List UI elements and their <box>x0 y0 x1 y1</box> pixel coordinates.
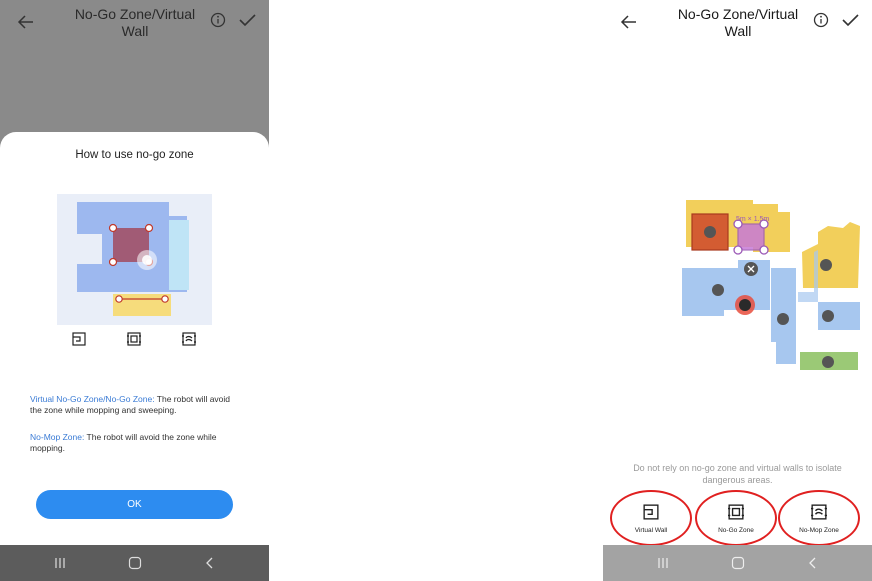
nav-back-button[interactable] <box>200 553 220 573</box>
no-go-zone-illustration <box>57 194 212 325</box>
back-button[interactable] <box>617 10 641 34</box>
back-icon <box>809 557 816 569</box>
virtual-wall-icon <box>643 504 659 520</box>
home-icon <box>128 556 142 570</box>
page-title: No-Go Zone/Virtual Wall <box>74 6 196 39</box>
how-to-dialog: How to use no-go zone Virtual No-Go Zone… <box>0 132 269 545</box>
back-icon <box>206 557 213 569</box>
no-go-zone-icon <box>728 504 744 520</box>
description-term: Virtual No-Go Zone/No-Go Zone: <box>30 394 155 404</box>
back-button[interactable] <box>14 10 38 34</box>
warning-text: Do not rely on no-go zone and virtual wa… <box>633 463 842 485</box>
no-mop-zone-icon <box>811 504 827 520</box>
info-icon <box>813 12 829 28</box>
info-button[interactable] <box>209 11 227 29</box>
no-mop-zone-icon <box>182 332 196 351</box>
system-nav-bar <box>0 545 269 581</box>
confirm-button[interactable] <box>237 10 257 30</box>
left-screen: No-Go Zone/Virtual Wall How to use no-go… <box>0 0 269 581</box>
tool-label: Virtual Wall <box>634 527 668 534</box>
arrow-left-icon <box>620 15 636 29</box>
recent-apps-icon <box>55 558 65 568</box>
arrow-left-icon <box>17 15 33 29</box>
no-go-zone-icon <box>127 332 141 351</box>
home-button[interactable] <box>728 553 748 573</box>
header: No-Go Zone/Virtual Wall <box>0 0 269 48</box>
tool-label: No-Go Zone <box>718 527 754 534</box>
recent-apps-icon <box>658 558 668 568</box>
info-button[interactable] <box>812 11 830 29</box>
mode-icons <box>70 332 200 350</box>
recent-apps-button[interactable] <box>653 553 673 573</box>
no-go-zone-button[interactable]: No-Go Zone <box>695 490 777 546</box>
recent-apps-button[interactable] <box>50 553 70 573</box>
info-icon <box>210 12 226 28</box>
floor-map[interactable]: 5m × 1.5m <box>678 192 868 377</box>
home-icon <box>731 556 745 570</box>
right-screen: No-Go Zone/Virtual Wall 5m × 1.5m Do not… <box>603 0 872 581</box>
description-no-mop: No-Mop Zone: The robot will avoid the zo… <box>30 432 240 453</box>
description-no-go: Virtual No-Go Zone/No-Go Zone: The robot… <box>30 394 240 415</box>
virtual-wall-button[interactable]: Virtual Wall <box>610 490 692 546</box>
virtual-wall-icon <box>72 332 86 351</box>
room-yellow-right <box>802 222 860 288</box>
check-icon <box>239 14 256 27</box>
description-term: No-Mop Zone: <box>30 432 85 442</box>
selected-zone <box>737 223 765 251</box>
zone-dimension-label: 5m × 1.5m <box>736 216 769 223</box>
no-mop-zone-button[interactable]: No-Mop Zone <box>778 490 860 546</box>
system-nav-bar <box>603 545 872 581</box>
ok-button[interactable]: OK <box>36 490 233 519</box>
dialog-title: How to use no-go zone <box>75 149 194 161</box>
tool-label: No-Mop Zone <box>799 527 839 534</box>
check-icon <box>842 14 859 27</box>
confirm-button[interactable] <box>840 10 860 30</box>
page-title: No-Go Zone/Virtual Wall <box>677 6 799 39</box>
header: No-Go Zone/Virtual Wall <box>603 0 872 48</box>
home-button[interactable] <box>125 553 145 573</box>
nav-back-button[interactable] <box>803 553 823 573</box>
